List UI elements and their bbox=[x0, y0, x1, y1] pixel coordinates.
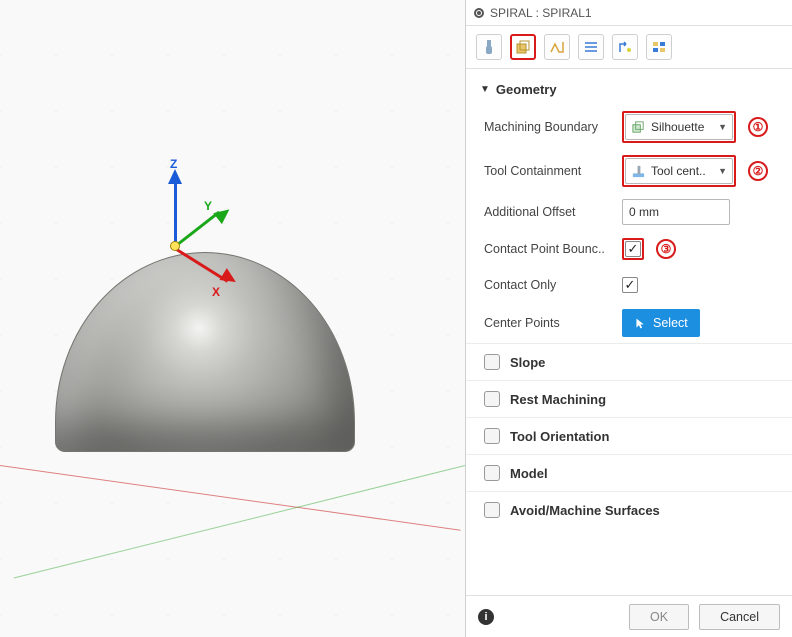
dropdown-machining-boundary-value: Silhouette bbox=[651, 120, 714, 134]
ok-button[interactable]: OK bbox=[629, 604, 689, 630]
section-rest-machining[interactable]: Rest Machining bbox=[466, 380, 792, 417]
section-avoid-machine-surfaces-label: Avoid/Machine Surfaces bbox=[510, 503, 660, 518]
checkbox-contact-point-boundary[interactable] bbox=[625, 241, 641, 257]
section-rest-machining-label: Rest Machining bbox=[510, 392, 606, 407]
label-machining-boundary: Machining Boundary bbox=[484, 120, 622, 134]
model-dome[interactable] bbox=[55, 252, 355, 452]
section-tool-orientation-label: Tool Orientation bbox=[510, 429, 609, 444]
callout-1: ① bbox=[748, 117, 768, 137]
input-additional-offset[interactable]: 0 mm bbox=[622, 199, 730, 225]
row-contact-only: Contact Only bbox=[466, 267, 792, 303]
panel-bullet-icon bbox=[474, 8, 484, 18]
row-machining-boundary: Machining Boundary Silhouette ▼ ① bbox=[466, 105, 792, 149]
panel-title-bar: SPIRAL : SPIRAL1 bbox=[466, 0, 792, 26]
axis-z-line bbox=[174, 175, 177, 247]
axis-x-label: X bbox=[212, 285, 220, 299]
section-avoid-machine-surfaces[interactable]: Avoid/Machine Surfaces bbox=[466, 491, 792, 528]
label-center-points: Center Points bbox=[484, 316, 622, 330]
expand-box-icon bbox=[484, 354, 500, 370]
callout-2: ② bbox=[748, 161, 768, 181]
expand-box-icon bbox=[484, 391, 500, 407]
callout-3: ③ bbox=[656, 239, 676, 259]
axis-origin[interactable] bbox=[170, 241, 180, 251]
axis-z-head bbox=[168, 169, 182, 184]
silhouette-icon bbox=[631, 120, 646, 135]
operation-panel: SPIRAL : SPIRAL1 ▼ Geometry Machining Bo… bbox=[465, 0, 792, 637]
info-icon[interactable]: i bbox=[478, 609, 494, 625]
row-center-points: Center Points Select bbox=[466, 303, 792, 343]
dropdown-machining-boundary[interactable]: Silhouette ▼ bbox=[625, 114, 733, 140]
section-slope-label: Slope bbox=[510, 355, 545, 370]
chevron-down-icon: ▼ bbox=[718, 166, 727, 176]
row-contact-point-boundary: Contact Point Bounc.. ③ bbox=[466, 231, 792, 267]
tab-heights[interactable] bbox=[544, 34, 570, 60]
panel-tabs bbox=[466, 26, 792, 69]
checkbox-contact-only[interactable] bbox=[622, 277, 638, 293]
row-additional-offset: Additional Offset 0 mm bbox=[466, 193, 792, 231]
cancel-button-label: Cancel bbox=[720, 610, 759, 624]
section-model[interactable]: Model bbox=[466, 454, 792, 491]
panel-scroll: ▼ Geometry Machining Boundary Silhouette… bbox=[466, 74, 792, 595]
dropdown-tool-containment[interactable]: Tool cent.. ▼ bbox=[625, 158, 733, 184]
expand-box-icon bbox=[484, 465, 500, 481]
chevron-down-icon: ▼ bbox=[718, 122, 727, 132]
expand-box-icon bbox=[484, 428, 500, 444]
row-tool-containment: Tool Containment Tool cent.. ▼ ② bbox=[466, 149, 792, 193]
tab-geometry[interactable] bbox=[510, 34, 536, 60]
label-additional-offset: Additional Offset bbox=[484, 205, 622, 219]
disclosure-triangle-icon: ▼ bbox=[480, 84, 490, 95]
axis-z-label: Z bbox=[170, 157, 177, 171]
tab-misc[interactable] bbox=[646, 34, 672, 60]
axis-y-head bbox=[213, 204, 233, 224]
tool-center-icon bbox=[631, 164, 646, 179]
viewport-3d[interactable]: Z Y X bbox=[0, 0, 465, 637]
ground-axis-x bbox=[0, 465, 461, 531]
expand-box-icon bbox=[484, 502, 500, 518]
panel-footer: i OK Cancel bbox=[466, 595, 792, 637]
section-geometry-label: Geometry bbox=[496, 82, 557, 97]
dropdown-tool-containment-value: Tool cent.. bbox=[651, 164, 714, 178]
axis-y-line bbox=[174, 211, 220, 248]
section-tool-orientation[interactable]: Tool Orientation bbox=[466, 417, 792, 454]
tab-passes[interactable] bbox=[578, 34, 604, 60]
axis-gizmo[interactable]: Z Y X bbox=[150, 165, 260, 275]
button-select-center-points[interactable]: Select bbox=[622, 309, 700, 337]
tab-tool[interactable] bbox=[476, 34, 502, 60]
label-contact-only: Contact Only bbox=[484, 278, 622, 292]
button-select-label: Select bbox=[653, 316, 688, 330]
axis-y-label: Y bbox=[204, 199, 212, 213]
label-tool-containment: Tool Containment bbox=[484, 164, 622, 178]
panel-title-text: SPIRAL : SPIRAL1 bbox=[490, 6, 592, 20]
cursor-icon bbox=[634, 317, 647, 330]
tab-linking[interactable] bbox=[612, 34, 638, 60]
cancel-button[interactable]: Cancel bbox=[699, 604, 780, 630]
ok-button-label: OK bbox=[650, 610, 668, 624]
label-contact-point-boundary: Contact Point Bounc.. bbox=[484, 242, 622, 256]
section-slope[interactable]: Slope bbox=[466, 343, 792, 380]
input-additional-offset-value: 0 mm bbox=[629, 205, 659, 219]
section-geometry-header[interactable]: ▼ Geometry bbox=[466, 74, 792, 105]
section-model-label: Model bbox=[510, 466, 548, 481]
